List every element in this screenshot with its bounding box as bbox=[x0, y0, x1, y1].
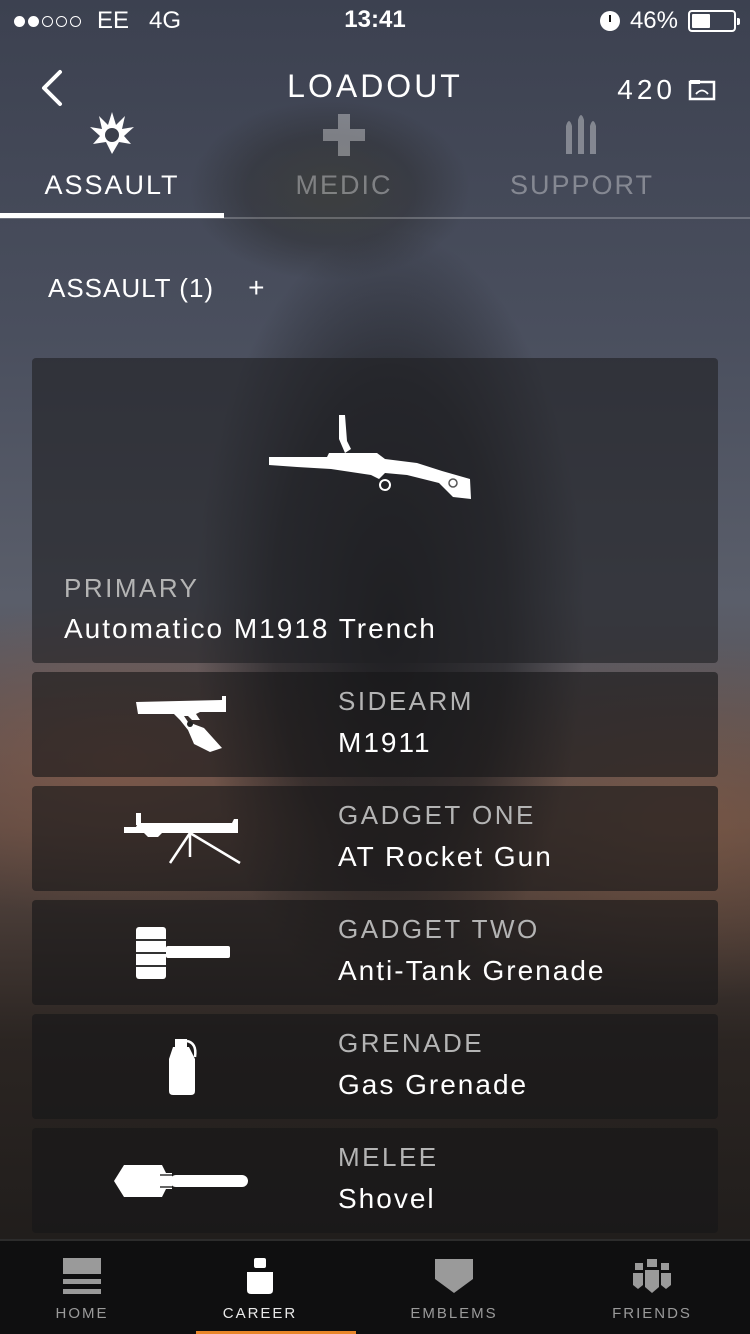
shovel-icon bbox=[114, 1164, 248, 1197]
nav-friends-label: FRIENDS bbox=[612, 1305, 692, 1322]
explosion-icon bbox=[89, 96, 135, 156]
nav-emblems[interactable]: EMBLEMS bbox=[372, 1241, 536, 1334]
rocket-gun-icon bbox=[124, 812, 241, 864]
battery-fill bbox=[692, 14, 710, 28]
grenade-card[interactable]: GRENADE Gas Grenade bbox=[32, 1014, 718, 1119]
nav-home[interactable]: HOME bbox=[0, 1241, 164, 1334]
emblem-icon bbox=[435, 1257, 473, 1295]
pistol-icon bbox=[136, 695, 226, 752]
gadget-one-weapon-name: AT Rocket Gun bbox=[338, 841, 553, 872]
melee-card[interactable]: MELEE Shovel bbox=[32, 1128, 718, 1233]
gadget-two-card[interactable]: GADGET TWO Anti-Tank Grenade bbox=[32, 900, 718, 1005]
nav-home-label: HOME bbox=[55, 1305, 109, 1322]
alarm-icon bbox=[599, 11, 620, 31]
friends-icon bbox=[633, 1257, 671, 1295]
primary-slot-label: PRIMARY bbox=[64, 573, 200, 603]
tab-medic[interactable]: MEDIC bbox=[232, 92, 456, 218]
primary-weapon-name: Automatico M1918 Trench bbox=[64, 613, 437, 644]
grenade-slot-label: GRENADE bbox=[338, 1028, 485, 1058]
class-tabs: ASSAULT MEDIC SUPPORT bbox=[0, 92, 750, 218]
gadget-one-card[interactable]: GADGET ONE AT Rocket Gun bbox=[32, 786, 718, 891]
status-bar: EE 4G 13:41 46% bbox=[0, 0, 750, 40]
melee-weapon-name: Shovel bbox=[338, 1183, 436, 1214]
anti-tank-grenade-icon bbox=[136, 926, 230, 979]
gadget-two-weapon-name: Anti-Tank Grenade bbox=[338, 955, 606, 986]
smg-icon bbox=[267, 413, 472, 507]
gadget-one-slot-label: GADGET ONE bbox=[338, 800, 536, 830]
battery-icon bbox=[688, 10, 740, 32]
home-icon bbox=[63, 1257, 101, 1295]
grenade-weapon-name: Gas Grenade bbox=[338, 1069, 529, 1100]
tab-assault-label: ASSAULT bbox=[44, 170, 180, 200]
ammo-icon bbox=[564, 96, 600, 156]
tab-support-label: SUPPORT bbox=[509, 170, 655, 200]
sidearm-slot-label: SIDEARM bbox=[338, 686, 474, 716]
battery-percent: 46% bbox=[629, 7, 678, 34]
tab-medic-label: MEDIC bbox=[295, 170, 393, 200]
nav-friends[interactable]: FRIENDS bbox=[570, 1241, 734, 1334]
cross-icon bbox=[323, 96, 365, 156]
melee-slot-label: MELEE bbox=[338, 1142, 439, 1172]
nav-emblems-label: EMBLEMS bbox=[410, 1305, 498, 1322]
loadout-selector[interactable]: ASSAULT (1) + bbox=[48, 272, 265, 304]
loadout-name: ASSAULT (1) bbox=[48, 272, 215, 303]
primary-weapon-card[interactable]: PRIMARY Automatico M1918 Trench bbox=[32, 358, 718, 663]
tab-assault[interactable]: ASSAULT bbox=[0, 92, 224, 218]
bottom-nav: HOME CAREER EMBLEMS FRIENDS bbox=[0, 1239, 750, 1334]
active-tab-indicator bbox=[0, 213, 224, 218]
gas-grenade-icon bbox=[169, 1038, 197, 1095]
tab-support[interactable]: SUPPORT bbox=[470, 92, 694, 218]
soldier-icon bbox=[247, 1257, 273, 1295]
gadget-two-slot-label: GADGET TWO bbox=[338, 914, 540, 944]
nav-career[interactable]: CAREER bbox=[178, 1241, 342, 1334]
sidearm-weapon-name: M1911 bbox=[338, 727, 432, 758]
nav-career-label: CAREER bbox=[222, 1305, 298, 1322]
add-loadout-button[interactable]: + bbox=[248, 272, 265, 304]
status-right: 46% bbox=[599, 7, 740, 35]
sidearm-card[interactable]: SIDEARM M1911 bbox=[32, 672, 718, 777]
